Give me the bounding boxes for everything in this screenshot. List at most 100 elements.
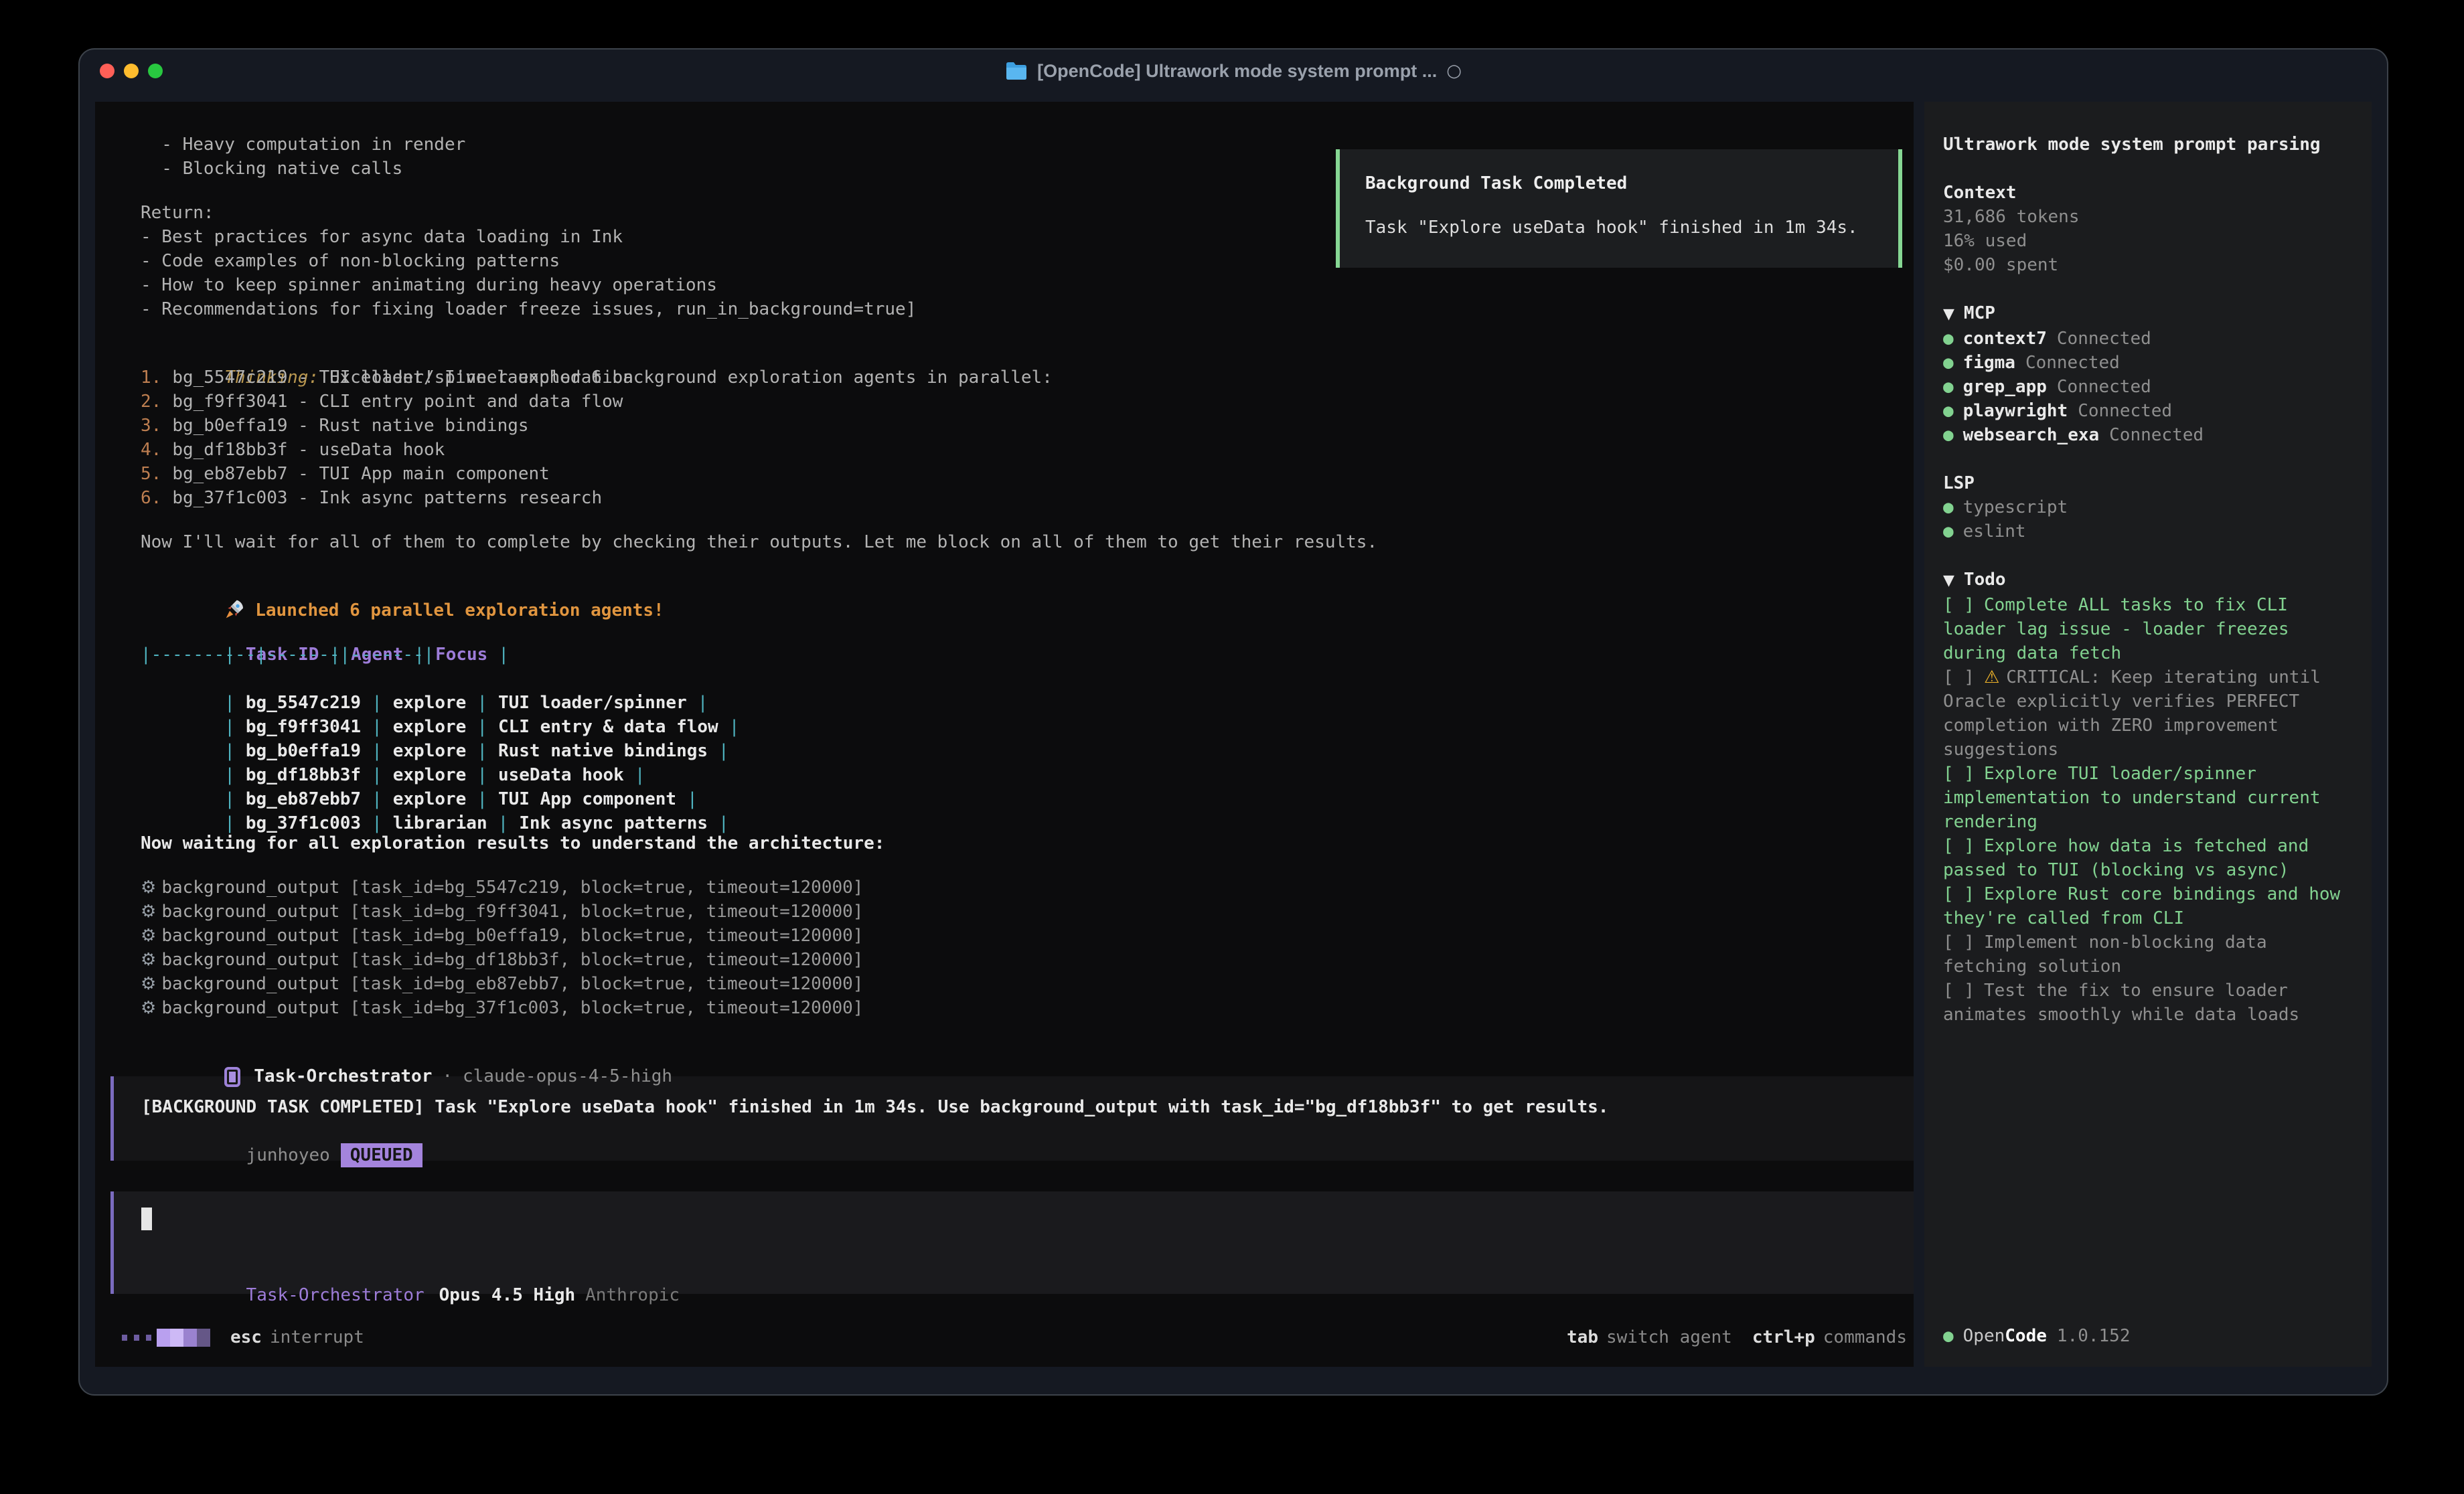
warning-icon: ⚠	[1984, 667, 1999, 687]
todo-item: [ ]Explore how data is fetched and passe…	[1943, 834, 2358, 882]
lsp-item: ●eslint	[1943, 519, 2358, 544]
table-row: |bg_5547c219|explore|TUI loader/spinner|	[95, 667, 1914, 691]
notification-body: Task "Explore useData hook" finished in …	[1365, 216, 1873, 240]
checkbox-icon: [ ]	[1943, 667, 1975, 687]
title-bar: [OpenCode] Ultrawork mode system prompt …	[80, 50, 2387, 92]
todo-item: [ ]⚠CRITICAL: Keep iterating until Oracl…	[1943, 665, 2358, 762]
agent-list-item: 2.bg_f9ff3041 - CLI entry point and data…	[95, 390, 1914, 414]
chevron-down-icon: ▼	[1943, 306, 1954, 323]
status-bar: escinterrupt tabswitch agent ctrl+pcomma…	[122, 1325, 1907, 1349]
checkbox-icon: [ ]	[1943, 884, 1975, 904]
message-meta: junhoyeoQUEUED	[141, 1119, 1894, 1143]
mcp-heading[interactable]: ▼MCP	[1943, 301, 2358, 327]
sidebar: Ultrawork mode system prompt parsing Con…	[1924, 102, 2372, 1367]
spinner-icon	[157, 1329, 210, 1347]
wait-line: Now I'll wait for all of them to complet…	[95, 530, 1914, 554]
app-version-footer: ●OpenCode1.0.152	[1943, 1324, 2130, 1348]
context-used: 16% used	[1943, 229, 2358, 253]
status-dot-icon: ●	[1943, 377, 1954, 397]
lsp-section: LSP ●typescript ●eslint	[1943, 471, 2358, 544]
lsp-heading: LSP	[1943, 471, 2358, 495]
mcp-item: ●context7Connected	[1943, 327, 2358, 351]
agent-name: Task-Orchestrator	[254, 1066, 432, 1086]
todo-item: [ ]Implement non-blocking data fetching …	[1943, 930, 2358, 979]
gear-icon: ⚙	[141, 878, 156, 898]
mcp-item: ●grep_appConnected	[1943, 375, 2358, 399]
tool-call-line: ⚙background_output[task_id=bg_df18bb3f, …	[95, 948, 1914, 972]
mcp-section: ▼MCP ●context7Connected ●figmaConnected …	[1943, 301, 2358, 447]
todo-heading[interactable]: ▼Todo	[1943, 568, 2358, 593]
status-dot-icon: ●	[1943, 353, 1954, 373]
chevron-down-icon: ▼	[1943, 572, 1954, 589]
input-agent-label: Task-Orchestrator	[246, 1285, 425, 1305]
status-dot-icon: ●	[1943, 425, 1954, 445]
lsp-item: ●typescript	[1943, 495, 2358, 519]
app-window: [OpenCode] Ultrawork mode system prompt …	[78, 48, 2388, 1396]
agent-model: claude-opus-4-5-high	[463, 1066, 672, 1086]
brand-name: Open	[1963, 1326, 2005, 1346]
checkbox-icon: [ ]	[1943, 932, 1975, 952]
agent-list-item: 5.bg_eb87ebb7 - TUI App main component	[95, 462, 1914, 486]
window-title-wrap: [OpenCode] Ultrawork mode system prompt …	[80, 50, 2387, 92]
status-dot-icon: ●	[1943, 497, 1954, 517]
status-dot-icon: ●	[1943, 521, 1954, 542]
status-badge: QUEUED	[341, 1143, 422, 1167]
spinner-dots	[122, 1335, 151, 1341]
todo-item: [ ]Test the fix to ensure loader animate…	[1943, 979, 2358, 1027]
status-dot-icon: ●	[1943, 401, 1954, 421]
checkbox-icon: [ ]	[1943, 764, 1975, 784]
agent-icon	[224, 1067, 240, 1087]
tool-call-line: ⚙background_output[task_id=bg_eb87ebb7, …	[95, 972, 1914, 996]
mcp-item: ●playwrightConnected	[1943, 399, 2358, 423]
text-cursor[interactable]	[141, 1208, 152, 1230]
sidebar-title: Ultrawork mode system prompt parsing	[1943, 133, 2358, 157]
agent-status-line: Task-Orchestrator·claude-opus-4-5-high	[95, 1040, 1914, 1064]
thinking-line: Thinking: Excellent! I've launched 6 bac…	[95, 341, 1914, 365]
tool-call-line: ⚙background_output[task_id=bg_f9ff3041, …	[95, 900, 1914, 924]
esc-key-hint: esc	[230, 1327, 262, 1347]
launch-banner: Launched 6 parallel exploration agents!	[95, 574, 1914, 598]
tab-key-hint: tab	[1567, 1327, 1598, 1347]
context-heading: Context	[1943, 181, 2358, 205]
todo-item: [ ]Explore TUI loader/spinner implementa…	[1943, 762, 2358, 834]
terminal-line: - Recommendations for fixing loader free…	[95, 297, 1914, 321]
agent-list-item: 4.bg_df18bb3f - useData hook	[95, 438, 1914, 462]
todo-section: ▼Todo [ ]Complete ALL tasks to fix CLI l…	[1943, 568, 2358, 1027]
agent-list-item: 3.bg_b0effa19 - Rust native bindings	[95, 414, 1914, 438]
status-dot-icon: ●	[1943, 329, 1954, 349]
terminal-main[interactable]: - Heavy computation in render - Blocking…	[95, 102, 1914, 1367]
agent-list-item: 6.bg_37f1c003 - Ink async patterns resea…	[95, 486, 1914, 510]
context-section: Context 31,686 tokens 16% used $0.00 spe…	[1943, 181, 2358, 277]
notification-title: Background Task Completed	[1365, 171, 1873, 195]
gear-icon: ⚙	[141, 998, 156, 1018]
checkbox-icon: [ ]	[1943, 836, 1975, 856]
todo-item: [ ]Complete ALL tasks to fix CLI loader …	[1943, 593, 2358, 665]
gear-icon: ⚙	[141, 926, 156, 946]
input-footer: Task-OrchestratorOpus 4.5 HighAnthropic	[141, 1259, 1894, 1283]
background-task-message: [BACKGROUND TASK COMPLETED] Task "Explor…	[110, 1076, 1914, 1161]
status-dot-icon: ●	[1943, 1326, 1954, 1346]
context-tokens: 31,686 tokens	[1943, 205, 2358, 229]
checkbox-icon: [ ]	[1943, 595, 1975, 615]
tool-call-line: ⚙background_output[task_id=bg_b0effa19, …	[95, 924, 1914, 948]
status-circle-icon: ○	[1446, 61, 1462, 81]
table-separator-row: |----------|-------|-------|	[95, 643, 1914, 667]
tool-call-line: ⚙background_output[task_id=bg_37f1c003, …	[95, 996, 1914, 1020]
rocket-icon	[224, 598, 246, 620]
toast-notification: Background Task Completed Task "Explore …	[1336, 149, 1902, 268]
ctrlp-key-hint: ctrl+p	[1752, 1327, 1815, 1347]
mcp-item: ●websearch_exaConnected	[1943, 423, 2358, 447]
waiting-line: Now waiting for all exploration results …	[95, 831, 1914, 855]
message-text: [BACKGROUND TASK COMPLETED] Task "Explor…	[141, 1095, 1894, 1119]
folder-icon	[1005, 62, 1028, 80]
mcp-item: ●figmaConnected	[1943, 351, 2358, 375]
app-version: 1.0.152	[2057, 1326, 2131, 1346]
gear-icon: ⚙	[141, 974, 156, 994]
gear-icon: ⚙	[141, 902, 156, 922]
gear-icon: ⚙	[141, 950, 156, 970]
checkbox-icon: [ ]	[1943, 981, 1975, 1001]
context-spent: $0.00 spent	[1943, 253, 2358, 277]
prompt-input[interactable]: Task-OrchestratorOpus 4.5 HighAnthropic	[110, 1191, 1914, 1294]
input-provider-label: Anthropic	[585, 1285, 680, 1305]
window-title: [OpenCode] Ultrawork mode system prompt …	[1037, 61, 1437, 82]
